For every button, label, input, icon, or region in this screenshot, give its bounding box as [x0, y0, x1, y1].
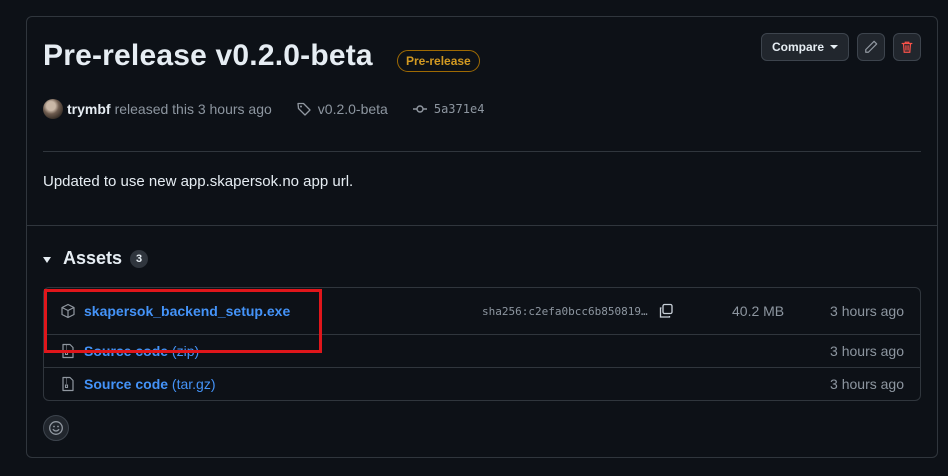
smiley-icon	[49, 421, 63, 435]
commit-hash: 5a371e4	[433, 102, 485, 116]
assets-heading: Assets	[63, 248, 123, 268]
release-card: Pre-release v0.2.0-beta Pre-release Comp…	[26, 16, 938, 458]
trash-icon	[901, 41, 913, 53]
asset-download-link[interactable]: skapersok_backend_setup.exe	[84, 303, 290, 319]
source-zip-link[interactable]: Source code (zip)	[84, 343, 199, 359]
avatar[interactable]	[43, 99, 63, 119]
triangle-down-icon	[43, 256, 51, 263]
divider	[43, 151, 921, 152]
author-link[interactable]: trymbf	[67, 101, 111, 117]
file-zip-icon	[60, 343, 76, 359]
tag-icon	[297, 102, 311, 116]
edit-button[interactable]	[857, 33, 885, 61]
assets-list: skapersok_backend_setup.exe sha256:c2efa…	[43, 287, 921, 401]
tag-link[interactable]: v0.2.0-beta	[296, 101, 388, 117]
source-code-label: Source code	[84, 343, 169, 359]
assets-toggle[interactable]: Assets 3	[43, 248, 149, 269]
add-reaction-button[interactable]	[43, 415, 69, 441]
compare-label: Compare	[771, 40, 824, 54]
tag-name: v0.2.0-beta	[317, 101, 388, 117]
commit-icon	[412, 105, 427, 113]
package-icon	[60, 303, 76, 319]
source-ext: (zip)	[171, 343, 200, 359]
commit-link[interactable]: 5a371e4	[412, 101, 485, 117]
pencil-icon	[865, 40, 878, 53]
release-title[interactable]: Pre-release v0.2.0-beta	[43, 39, 373, 73]
release-notes: Updated to use new app.skapersok.no app …	[43, 173, 354, 190]
released-text: released this 3 hours ago	[114, 101, 272, 117]
asset-size: 40.2 MB	[732, 303, 785, 319]
assets-count-badge: 3	[130, 249, 149, 268]
asset-row: skapersok_backend_setup.exe sha256:c2efa…	[44, 288, 920, 334]
delete-button[interactable]	[893, 33, 921, 61]
asset-time: 3 hours ago	[830, 303, 904, 319]
caret-down-icon	[830, 45, 838, 49]
prerelease-badge: Pre-release	[397, 50, 480, 72]
asset-time: 3 hours ago	[830, 376, 904, 392]
asset-row: Source code (tar.gz) 3 hours ago	[44, 367, 920, 400]
asset-time: 3 hours ago	[830, 343, 904, 359]
divider	[27, 225, 937, 226]
asset-row: Source code (zip) 3 hours ago	[44, 334, 920, 367]
sha-text: sha256:c2efa0bcc6b850819…	[482, 304, 648, 318]
source-ext: (tar.gz)	[171, 376, 216, 392]
compare-button[interactable]: Compare	[761, 33, 849, 61]
asset-sha: sha256:c2efa0bcc6b850819…	[482, 303, 674, 319]
release-meta: trymbf released this 3 hours ago v0.2.0-…	[43, 99, 484, 119]
file-zip-icon	[60, 376, 76, 392]
source-code-label: Source code	[84, 376, 169, 392]
source-targz-link[interactable]: Source code (tar.gz)	[84, 376, 216, 392]
copy-icon[interactable]	[658, 303, 674, 319]
